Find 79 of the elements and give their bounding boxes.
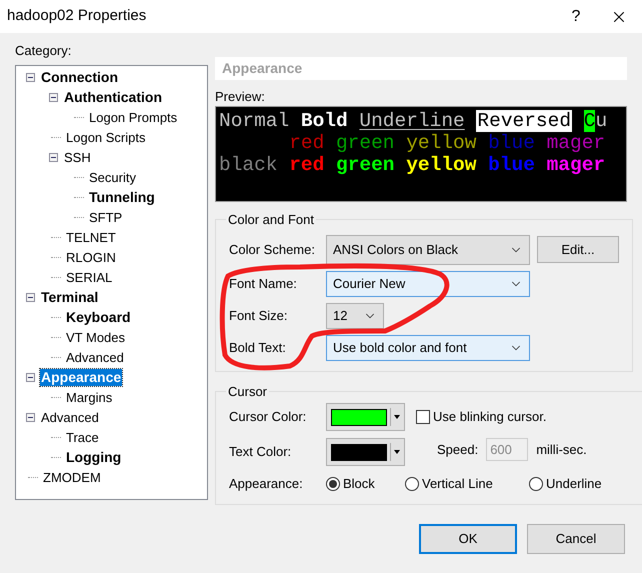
speed-unit: milli-sec. (536, 440, 587, 459)
text-color-label: Text Color: (229, 443, 292, 462)
preview-word: red (289, 132, 324, 154)
preview-word: green (336, 154, 395, 176)
tree-item[interactable]: ZMODEM (42, 468, 102, 486)
preview-word: Underline (359, 110, 465, 132)
preview-word: blue (488, 132, 535, 154)
tree-item[interactable]: Terminal (40, 288, 100, 306)
tree-item[interactable]: VT Modes (65, 328, 126, 346)
page-header: Appearance (215, 57, 627, 80)
radio-button[interactable] (529, 476, 543, 491)
help-button[interactable]: ? (556, 4, 596, 28)
radio-label: Underline (546, 475, 602, 493)
preview-word: Reversed (476, 110, 572, 132)
tree-item[interactable]: Logon Prompts (88, 108, 178, 126)
preview-word: blue (488, 154, 535, 176)
tree-item[interactable]: Connection (40, 68, 119, 86)
dialog-button[interactable]: OK (419, 524, 517, 554)
dropdown[interactable]: 12 (326, 302, 384, 328)
radio-label: Block (343, 475, 375, 493)
preview-word: Bold (300, 110, 348, 132)
window-title: hadoop02 Properties (7, 6, 146, 26)
preview-word: u (595, 110, 608, 132)
collapse-icon[interactable] (26, 412, 35, 422)
tree-item[interactable]: TELNET (65, 228, 117, 246)
tree-item[interactable]: SFTP (88, 208, 124, 226)
preview-word: black (219, 154, 278, 176)
radio-button[interactable] (405, 476, 419, 491)
appearance-label: Appearance: (229, 475, 304, 493)
color-picker[interactable] (326, 403, 405, 431)
radio-label: Vertical Line (422, 475, 493, 493)
tree-item[interactable]: SSH (63, 148, 92, 166)
font-name-label: Font Name: (229, 274, 298, 293)
cursor-color-label: Cursor Color: (229, 408, 308, 426)
preview-label: Preview: (215, 88, 266, 105)
collapse-icon[interactable] (26, 72, 35, 82)
speed-label: Speed: (437, 440, 478, 459)
preview-word: mager (546, 154, 606, 176)
preview-word: yellow (406, 132, 476, 154)
tree-item[interactable]: RLOGIN (65, 248, 117, 266)
color-scheme-label: Color Scheme: (229, 240, 316, 259)
checkbox-label: Use blinking cursor. (433, 408, 546, 426)
tree-item[interactable]: Security (88, 168, 137, 186)
checkbox[interactable] (416, 410, 430, 424)
tree-item[interactable]: Advanced (40, 408, 100, 426)
dropdown[interactable]: Use bold color and font (326, 334, 530, 360)
tree-item[interactable]: Logging (65, 448, 122, 466)
tree-item[interactable]: Logon Scripts (65, 128, 146, 146)
tree-item[interactable]: Margins (65, 388, 114, 406)
group-title: Cursor (227, 382, 268, 400)
bold-text-label: Bold Text: (229, 338, 287, 357)
dropdown[interactable]: Courier New (326, 270, 530, 296)
edit-button[interactable]: Edit... (537, 236, 619, 263)
dropdown[interactable]: ANSI Colors on Black (326, 234, 530, 264)
preview-word: red (289, 154, 324, 176)
tree-item[interactable]: Appearance (40, 368, 122, 386)
preview-word: Normal (219, 110, 290, 132)
preview-word: yellow (406, 154, 476, 176)
tree-item[interactable]: Trace (65, 428, 100, 446)
preview-word: green (336, 132, 394, 154)
collapse-icon[interactable] (26, 372, 35, 382)
collapse-icon[interactable] (26, 292, 35, 302)
dialog-button[interactable]: Cancel (527, 524, 625, 554)
color-picker[interactable] (326, 438, 405, 466)
collapse-icon[interactable] (49, 152, 58, 162)
radio-button[interactable] (326, 476, 340, 491)
dropdown-arrow-icon (394, 415, 400, 419)
category-label: Category: (15, 42, 72, 59)
font-size-label: Font Size: (229, 306, 289, 325)
group-title: Color and Font (227, 211, 315, 229)
tree-item[interactable]: Advanced (65, 348, 125, 366)
preview-word: mager (546, 132, 606, 154)
dropdown-arrow-icon (394, 450, 400, 454)
tree-item[interactable]: SERIAL (65, 268, 114, 286)
tree-item[interactable]: Authentication (63, 88, 163, 106)
preview-word: C (584, 110, 596, 132)
tree-item[interactable]: Keyboard (65, 308, 132, 326)
tree-item[interactable]: Tunneling (88, 188, 156, 206)
collapse-icon[interactable] (49, 92, 58, 102)
